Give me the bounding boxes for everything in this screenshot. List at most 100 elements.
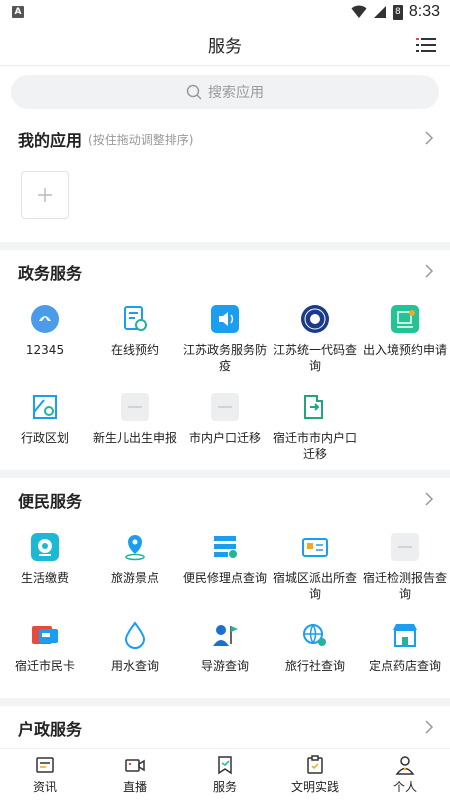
gov-services-grid: 12345 在线预约 江苏政务服务防疫 江苏统一代码查询 出入境预约申请 行政区… <box>0 294 450 470</box>
location-pin-icon <box>125 535 145 561</box>
nav-item-civic-practice[interactable]: 文明实践 <box>270 749 360 800</box>
service-label: 宿迁市民卡 <box>14 659 75 673</box>
status-time: 8:33 <box>408 3 440 20</box>
service-item-12345[interactable]: 12345 <box>0 294 90 382</box>
service-item-scenic-spots[interactable]: 旅游景点 <box>90 522 180 610</box>
service-label: 宿迁市市内户口迁移 <box>272 431 357 461</box>
nav-label: 文明实践 <box>290 780 339 794</box>
nav-item-news[interactable]: 资讯 <box>0 749 90 800</box>
water-drop-icon <box>124 621 146 649</box>
id-card-icon <box>302 538 328 557</box>
service-item-online-appointment[interactable]: 在线预约 <box>90 294 180 382</box>
service-item-repair-points[interactable]: 便民修理点查询 <box>180 522 270 610</box>
transfer-icon <box>304 395 323 419</box>
civic-icon <box>307 755 323 774</box>
battery-icon: 8 <box>392 4 403 20</box>
service-item-admin-division[interactable]: 行政区划 <box>0 382 90 470</box>
service-item-suqian-transfer[interactable]: 宿迁市市内户口迁移 <box>270 382 360 470</box>
map-region-icon <box>33 395 57 419</box>
nav-label: 服务 <box>212 780 237 794</box>
service-item-test-report[interactable]: 宿迁检测报告查询 <box>360 522 450 610</box>
chevron-right-icon <box>425 264 434 278</box>
plus-icon <box>38 188 52 202</box>
notification-badge: A <box>12 6 24 18</box>
gov-services-section: 政务服务 12345 在线预约 江苏政务服务防疫 江苏统一代码查询 出入境预约申… <box>0 250 450 470</box>
service-label: 定点药店查询 <box>368 659 441 673</box>
section-title: 便民服务 <box>18 492 83 511</box>
search-input[interactable]: 搜索应用 <box>11 75 439 109</box>
chevron-right-icon <box>425 720 434 734</box>
announcement-icon <box>211 305 239 333</box>
household-services-section: 户政服务 <box>0 706 450 750</box>
signal-icon <box>373 6 386 18</box>
nav-label: 个人 <box>392 780 417 794</box>
service-label: 便民修理点查询 <box>182 571 267 585</box>
service-item-police-station[interactable]: 宿城区派出所查询 <box>270 522 360 610</box>
service-item-epidemic[interactable]: 江苏政务服务防疫 <box>180 294 270 382</box>
service-label: 旅行社查询 <box>284 659 345 673</box>
profile-icon <box>395 756 415 775</box>
nav-item-profile[interactable]: 个人 <box>360 749 450 800</box>
service-label: 旅游景点 <box>110 571 159 585</box>
service-item-travel-agency[interactable]: 旅行社查询 <box>270 610 360 698</box>
chevron-right-icon <box>425 492 434 506</box>
section-divider <box>0 698 450 706</box>
service-item-newborn[interactable]: 新生儿出生申报 <box>90 382 180 470</box>
section-subtitle: (按住拖动调整排序) <box>88 132 194 147</box>
chevron-right-icon <box>425 131 434 145</box>
live-icon <box>125 759 145 772</box>
service-item-citizen-card[interactable]: 宿迁市民卡 <box>0 610 90 698</box>
wifi-icon <box>351 5 367 18</box>
service-label: 生活缴费 <box>20 571 69 585</box>
household-services-header[interactable]: 户政服务 <box>0 706 450 750</box>
search-icon <box>186 84 202 100</box>
section-divider <box>0 242 450 250</box>
my-apps-header[interactable]: 我的应用 (按住拖动调整排序) <box>0 117 450 161</box>
nav-item-service[interactable]: 服务 <box>180 749 270 800</box>
service-label: 行政区划 <box>20 431 69 445</box>
service-item-exit-entry[interactable]: 出入境预约申请 <box>360 294 450 382</box>
service-label: 宿迁检测报告查询 <box>362 571 447 601</box>
appointment-icon <box>124 306 147 331</box>
service-label: 江苏统一代码查询 <box>272 343 357 373</box>
service-label: 出入境预约申请 <box>362 343 447 357</box>
service-item-tour-guide[interactable]: 导游查询 <box>180 610 270 698</box>
nav-item-live[interactable]: 直播 <box>90 749 180 800</box>
service-item-unified-code[interactable]: 江苏统一代码查询 <box>270 294 360 382</box>
service-label: 12345 <box>25 343 65 357</box>
convenience-services-header[interactable]: 便民服务 <box>0 478 450 522</box>
service-item-hukou-transfer[interactable]: 市内户口迁移 <box>180 382 270 470</box>
exit-entry-icon <box>391 305 419 333</box>
payment-icon <box>31 533 59 561</box>
seal-icon <box>301 305 329 333</box>
app-header: 服务 <box>0 24 450 66</box>
service-label: 在线预约 <box>110 343 159 357</box>
service-label: 宿城区派出所查询 <box>272 571 357 601</box>
service-label: 新生儿出生申报 <box>92 431 177 445</box>
travel-agency-icon <box>303 624 326 646</box>
add-app-button[interactable] <box>21 171 69 219</box>
convenience-services-section: 便民服务 生活缴费 旅游景点 便民修理点查询 宿城区派出所查询 宿迁检测报告查询… <box>0 478 450 698</box>
placeholder-icon <box>391 533 419 561</box>
service-item-water-query[interactable]: 用水查询 <box>90 610 180 698</box>
placeholder-icon <box>211 393 239 421</box>
my-apps-section: 我的应用 (按住拖动调整排序) <box>0 117 450 242</box>
nav-label: 直播 <box>122 780 147 794</box>
convenience-services-grid: 生活缴费 旅游景点 便民修理点查询 宿城区派出所查询 宿迁检测报告查询 宿迁市民… <box>0 522 450 698</box>
search-placeholder: 搜索应用 <box>208 85 264 101</box>
hotline-icon <box>31 305 59 333</box>
service-item-bill-payment[interactable]: 生活缴费 <box>0 522 90 610</box>
section-title: 户政服务 <box>18 720 83 739</box>
list-menu-icon[interactable] <box>416 36 436 54</box>
guide-icon <box>213 625 238 646</box>
section-divider <box>0 470 450 478</box>
pharmacy-icon <box>393 624 417 647</box>
service-label: 江苏政务服务防疫 <box>182 343 267 373</box>
section-title: 我的应用 <box>18 131 83 150</box>
service-label: 用水查询 <box>110 659 159 673</box>
bottom-nav: 资讯 直播 服务 文明实践 个人 <box>0 748 450 800</box>
service-item-pharmacy[interactable]: 定点药店查询 <box>360 610 450 698</box>
citizen-card-icon <box>32 626 58 644</box>
nav-label: 资讯 <box>32 780 57 794</box>
gov-services-header[interactable]: 政务服务 <box>0 250 450 294</box>
